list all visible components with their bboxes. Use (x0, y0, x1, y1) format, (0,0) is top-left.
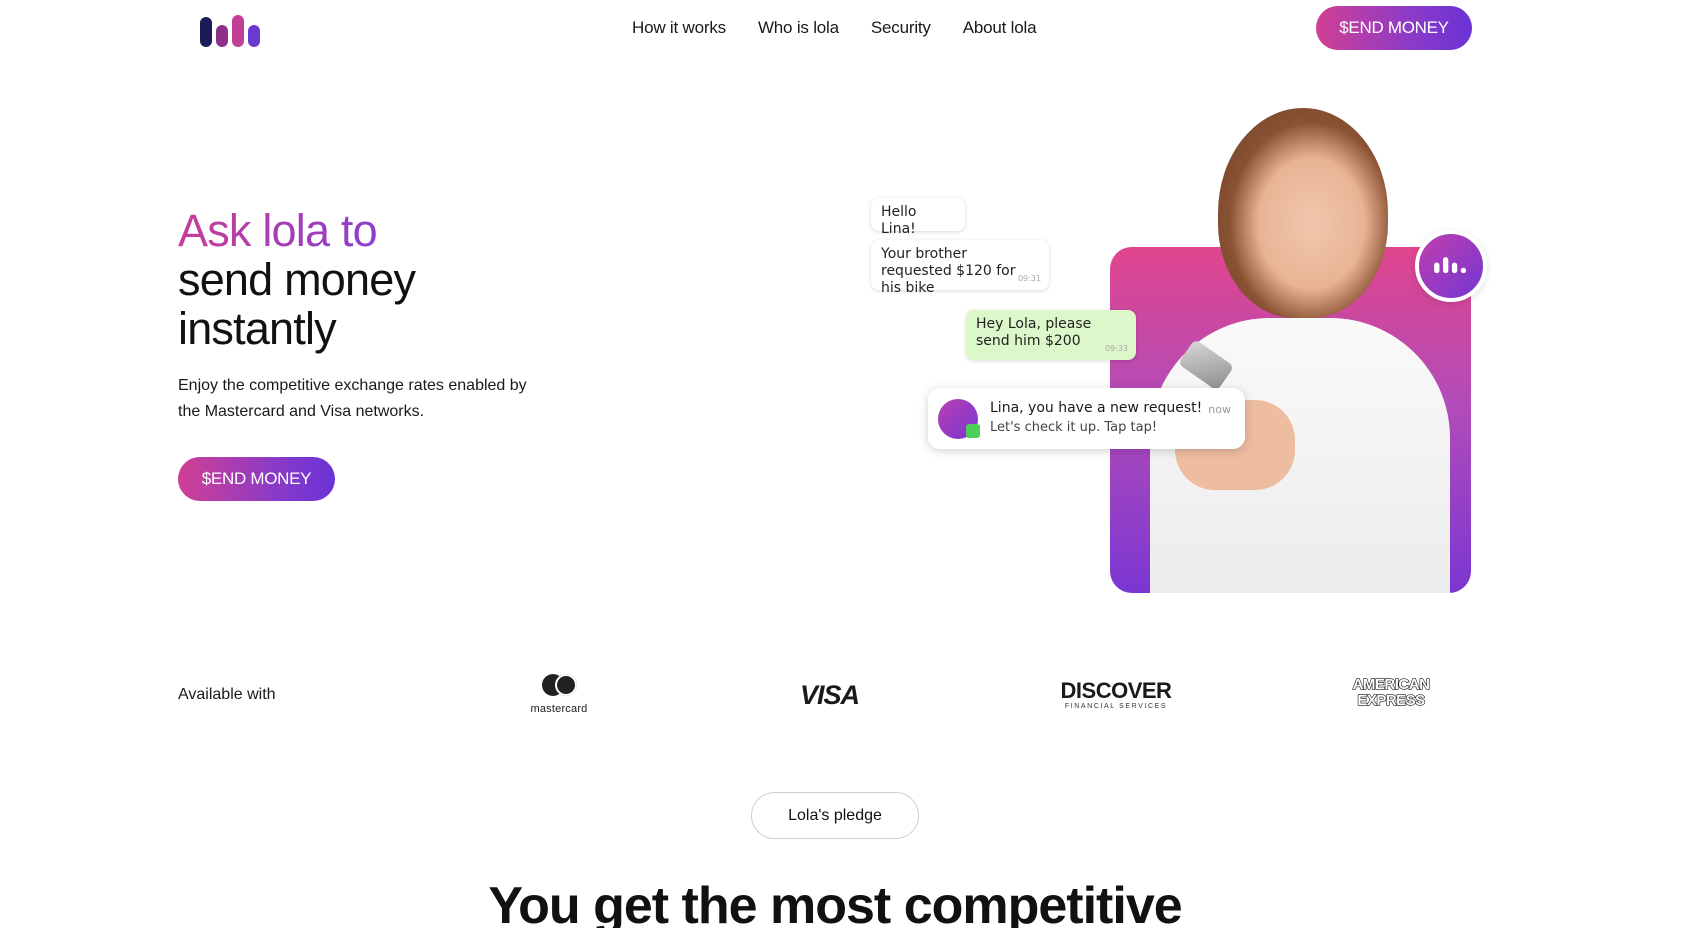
nav-security[interactable]: Security (871, 18, 931, 38)
available-with-label: Available with (178, 686, 276, 703)
amex-logo: AMERICAN EXPRESS (1344, 676, 1438, 709)
discover-wordmark: DISCOVER (1060, 678, 1172, 703)
main-nav: How it works Who is lola Security About … (632, 18, 1068, 38)
amex-line1: AMERICAN (1352, 676, 1431, 693)
nav-who-is-lola[interactable]: Who is lola (758, 18, 839, 38)
hero-title-line3: instantly (178, 303, 337, 354)
amex-line2: EXPRESS (1357, 692, 1426, 709)
notification-title: Lina, you have a new request! (990, 400, 1203, 416)
visa-logo: VISA (800, 680, 860, 710)
chat-bubble-request-time: 09:31 (1017, 274, 1041, 283)
nav-send-money-button[interactable]: $END MONEY (1316, 6, 1472, 50)
notification-card[interactable]: Lina, you have a new request! Let's chec… (928, 388, 1245, 449)
hero-subtitle: Enjoy the competitive exchange rates ena… (178, 377, 527, 420)
chat-bubble-reply-time: 09:33 (1104, 344, 1128, 353)
nav-about-lola[interactable]: About lola (963, 18, 1037, 38)
whatsapp-icon (966, 424, 980, 438)
mastercard-label: mastercard (530, 703, 588, 715)
chat-bubble-request: Your brother requested $120 for his bike… (871, 240, 1049, 296)
nav-how-it-works[interactable]: How it works (632, 18, 726, 38)
discover-subtitle: FINANCIAL SERVICES (1064, 703, 1168, 710)
chat-bubble-request-text: Your brother requested $120 for his bike (881, 246, 1016, 296)
hero-send-money-button[interactable]: $END MONEY (178, 457, 335, 501)
hero-person-head (1218, 108, 1388, 318)
lola-badge-icon (1415, 230, 1487, 302)
hero-title: Ask lola to send money instantly (178, 205, 416, 354)
discover-logo: DISCOVER FINANCIAL SERVICES (1056, 678, 1176, 710)
hero-title-line2: send money (178, 254, 416, 305)
lolas-pledge-pill[interactable]: Lola's pledge (751, 792, 919, 839)
notification-time: now (1208, 403, 1231, 416)
lola-logo-icon[interactable] (198, 13, 268, 49)
chat-bubble-reply-text: Hey Lola, please send him $200 (976, 316, 1092, 349)
chat-bubble-greeting: Hello Lina! (871, 198, 965, 237)
mastercard-circle-right (554, 674, 577, 696)
mastercard-logo: mastercard (524, 674, 594, 715)
pledge-heading: You get the most competitive (488, 877, 1182, 928)
notification-body: Let's check it up. Tap tap! (990, 420, 1158, 435)
chat-bubble-reply: Hey Lola, please send him $200 09:33 (966, 310, 1136, 360)
hero-title-accent: Ask lola to (178, 205, 378, 256)
